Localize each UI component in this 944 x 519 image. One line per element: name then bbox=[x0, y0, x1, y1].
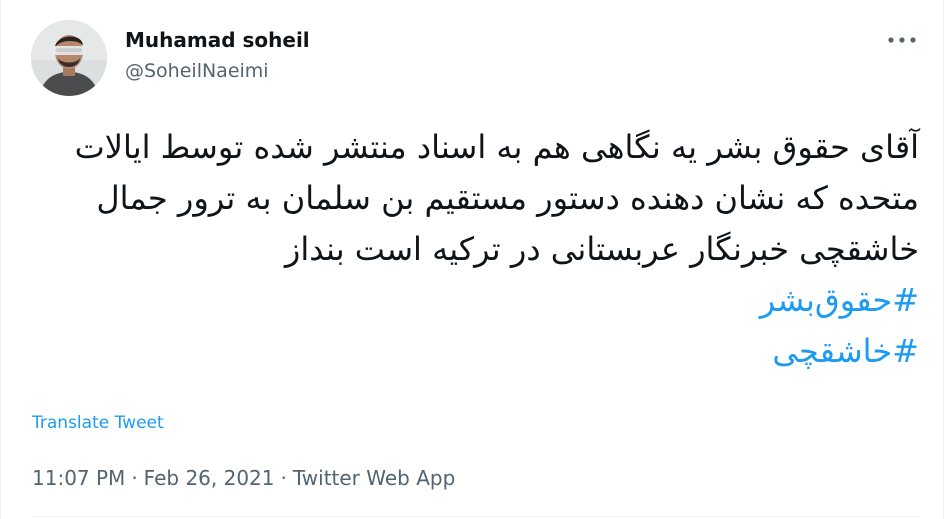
tweet-time[interactable]: 11:07 PM bbox=[32, 466, 125, 490]
tweet-source[interactable]: Twitter Web App bbox=[293, 466, 455, 490]
tweet-date[interactable]: Feb 26, 2021 bbox=[144, 466, 275, 490]
hashtag-link[interactable]: #حقوق‌بشر bbox=[29, 275, 919, 326]
hashtag-link[interactable]: #خاشقچی bbox=[29, 326, 919, 377]
tweet-body: آقای حقوق بشر یه نگاهی هم به اسناد منتشر… bbox=[74, 128, 919, 268]
avatar[interactable] bbox=[31, 20, 107, 96]
divider bbox=[32, 516, 920, 517]
author-display-name[interactable]: Muhamad soheil bbox=[125, 28, 310, 52]
translate-tweet-link[interactable]: Translate Tweet bbox=[32, 413, 164, 433]
author-handle[interactable]: @SoheilNaeimi bbox=[125, 60, 269, 82]
tweet-metadata: 11:07 PM · Feb 26, 2021 · Twitter Web App bbox=[32, 466, 455, 490]
meta-separator: · bbox=[280, 466, 287, 490]
more-options-button[interactable] bbox=[885, 26, 919, 54]
tweet-text: آقای حقوق بشر یه نگاهی هم به اسناد منتشر… bbox=[29, 122, 919, 377]
tweet-card: Muhamad soheil @SoheilNaeimi آقای حقوق ب… bbox=[0, 0, 944, 519]
meta-separator: · bbox=[131, 466, 138, 490]
avatar-image bbox=[31, 20, 107, 96]
more-horizontal-icon bbox=[888, 37, 916, 43]
